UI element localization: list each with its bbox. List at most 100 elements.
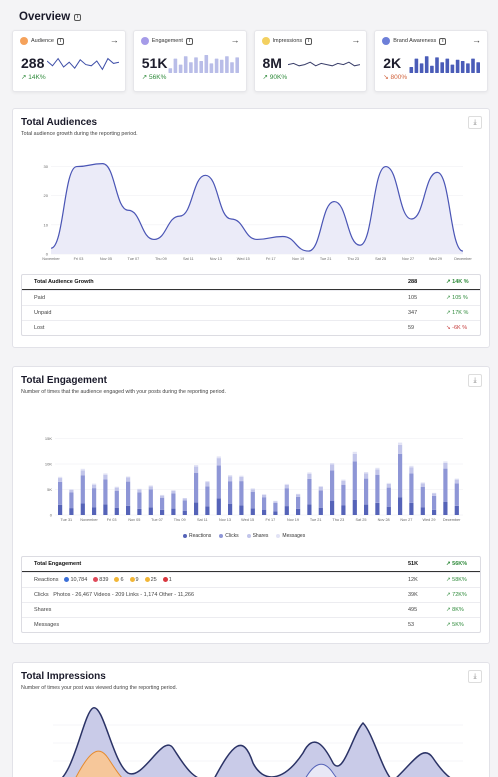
audience-chart: 0 10 20 30 November Fri 03 Nov 05 Tue 07 Thu 09 S… [42, 163, 472, 261]
bar-segment-clicks [420, 487, 425, 508]
arrow-right-icon[interactable]: → [351, 35, 360, 45]
bar-segment-messages [228, 475, 233, 477]
bar-segment-clicks [273, 502, 278, 512]
bar-segment-clicks [182, 500, 187, 511]
bar-segment-messages [114, 486, 119, 488]
bar-segment-reactions [409, 502, 414, 515]
wow-icon: 9 [129, 577, 139, 583]
bar-segment-clicks [194, 472, 199, 503]
metric-card[interactable]: Brand Awareness i → 2K ↘ 800% [374, 30, 488, 92]
bar-segment-messages [92, 483, 97, 485]
metric-card[interactable]: Engagement i → 51K ↗ 56K% [132, 30, 247, 92]
bar-segment-reactions [194, 502, 199, 516]
x-tick-label: Nov 19 [292, 257, 304, 261]
download-icon[interactable]: ⤓ [468, 116, 482, 129]
spark-bar [450, 64, 455, 73]
bar-segment-reactions [432, 509, 437, 515]
bar-segment-shares [432, 493, 437, 496]
y-tick-label: 30 [44, 164, 49, 169]
legend-item[interactable]: Clicks [219, 533, 239, 539]
table-row: Unpaid 347 ↗ 17K % [22, 305, 480, 320]
bar-segment-clicks [228, 481, 233, 504]
info-icon[interactable]: i [439, 37, 447, 45]
x-tick-label: Tue 07 [151, 518, 163, 522]
brand-awareness-icon [382, 37, 391, 45]
info-icon[interactable]: i [185, 37, 193, 45]
x-tick-label: Nov 05 [128, 518, 140, 522]
spark-bar [168, 68, 172, 73]
sad-icon: 25 [144, 577, 157, 583]
bar-segment-messages [284, 483, 289, 485]
bar-segment-clicks [341, 484, 346, 506]
bar-segment-shares [80, 470, 85, 476]
bar-segment-shares [284, 484, 289, 489]
x-tick-label: Fri 03 [107, 518, 117, 522]
download-icon[interactable]: ⤓ [468, 374, 482, 387]
spark-bar [419, 63, 424, 73]
bar-segment-clicks [239, 481, 244, 506]
bar-segment-messages [341, 479, 346, 481]
y-tick-label: 20 [44, 193, 49, 198]
bar-segment-shares [148, 486, 153, 490]
engagement-table: Total Engagement 51K ↗ 56K% Reactions 10… [21, 556, 481, 633]
impressions-icon [261, 37, 270, 45]
bar-segment-reactions [114, 507, 119, 515]
haha-icon: 6 [114, 577, 124, 583]
bar-segment-clicks [92, 488, 97, 508]
love-icon: 839 [93, 577, 108, 583]
bar-segment-shares [92, 484, 97, 489]
bar-segment-messages [330, 463, 335, 465]
card-delta: ↗ 90K% [262, 74, 288, 81]
y-tick-label: 15K [45, 436, 52, 441]
bar-segment-clicks [205, 486, 210, 507]
bar-segment-shares [443, 463, 448, 469]
overview-cards: Audience i → 288 ↗ 14K% Engagement i → 5… [12, 30, 488, 92]
download-icon[interactable]: ⤓ [468, 670, 482, 683]
bar-segment-messages [262, 494, 267, 495]
bar-segment-reactions [92, 507, 97, 515]
x-tick-label: Nov 13 [210, 257, 222, 261]
bar-segment-reactions [443, 501, 448, 515]
legend-item[interactable]: Shares [246, 533, 268, 539]
metric-card[interactable]: Audience i → 288 ↗ 14K% [12, 30, 126, 92]
bar-segment-shares [352, 453, 357, 462]
arrow-right-icon[interactable]: → [110, 35, 119, 45]
bar-segment-clicks [137, 492, 142, 509]
spark-bar [424, 56, 429, 73]
bar-segment-shares [103, 474, 108, 480]
bar-segment-reactions [148, 507, 153, 515]
bar-segment-reactions [58, 504, 63, 515]
bar-segment-shares [194, 466, 199, 473]
arrow-right-icon[interactable]: → [231, 35, 240, 45]
info-icon[interactable]: i [56, 37, 64, 45]
info-icon[interactable]: i [305, 37, 313, 45]
bar-segment-messages [182, 498, 187, 499]
angry-icon: 1 [162, 577, 172, 583]
bar-segment-clicks [58, 481, 63, 505]
metric-card[interactable]: Impressions i → 8M ↗ 90K% [253, 30, 368, 92]
info-icon[interactable]: i [74, 13, 82, 21]
bar-segment-clicks [386, 487, 391, 507]
x-tick-label: Thu 09 [174, 518, 186, 522]
bar-segment-shares [114, 487, 119, 491]
arrow-right-icon[interactable]: → [472, 35, 481, 45]
bar-segment-reactions [386, 506, 391, 515]
audiences-panel: Total Audiences Total audience growth du… [12, 108, 490, 348]
impressions-area [61, 707, 451, 777]
table-row: Clicks Photos - 26,467 Videos - 209 Link… [22, 587, 480, 602]
bar-segment-messages [160, 494, 165, 496]
spark-bar [193, 57, 198, 73]
table-header: Total Audience Growth 288 ↗ 14K % [22, 275, 480, 290]
spark-bar [173, 58, 177, 73]
bar-segment-messages [454, 478, 459, 480]
spark-bar [440, 62, 444, 73]
engagement-icon [140, 37, 149, 45]
bar-segment-reactions [171, 508, 176, 515]
card-label: Impressions [272, 38, 303, 44]
legend-item[interactable]: Messages [276, 533, 305, 539]
x-tick-label: Wed 29 [422, 518, 435, 522]
x-tick-label: Wed 29 [429, 257, 442, 261]
bar-segment-clicks [398, 453, 403, 498]
legend-item[interactable]: Reactions [183, 533, 211, 539]
bar-segment-reactions [398, 497, 403, 515]
